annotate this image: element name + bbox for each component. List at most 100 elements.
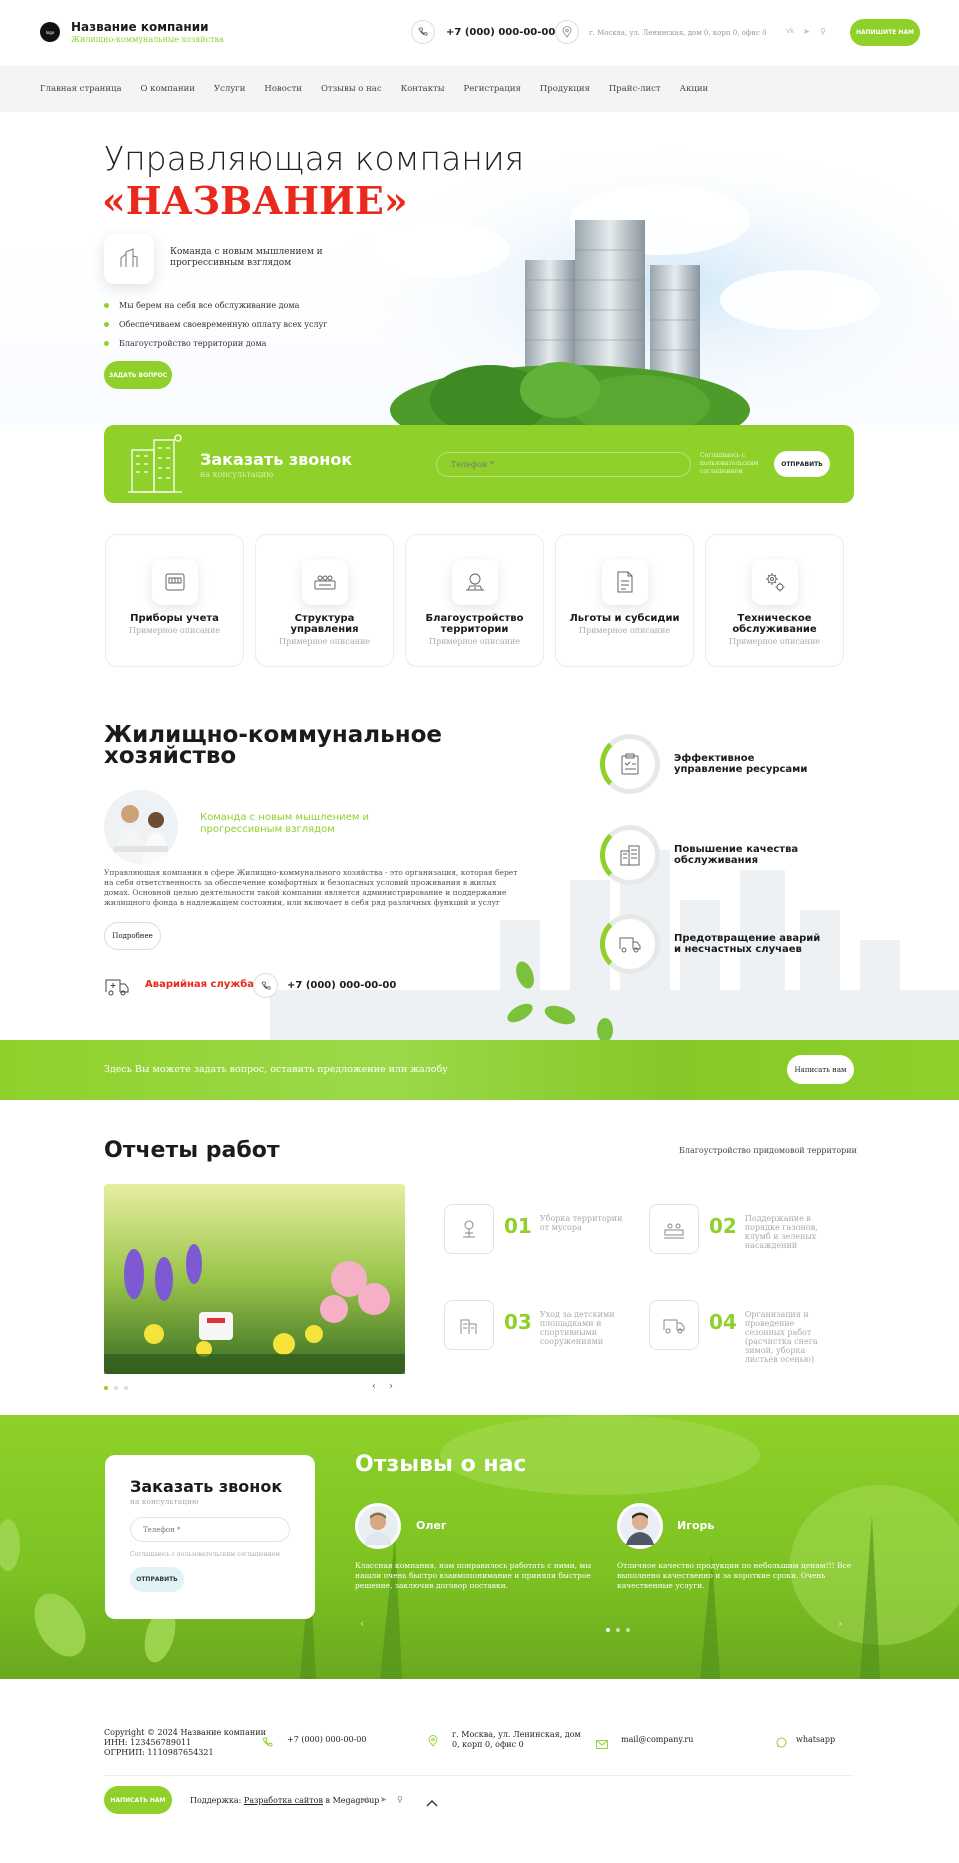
main-nav: Главная страница О компании Услуги Новос…: [40, 84, 727, 94]
nav-item[interactable]: Прайс-лист: [609, 84, 661, 94]
nav-item[interactable]: Отзывы о нас: [321, 84, 382, 94]
playground-icon: [444, 1300, 494, 1350]
scroll-top-icon[interactable]: [426, 1792, 438, 1811]
service-card[interactable]: Структура управления Примерное описание: [255, 534, 394, 667]
nav-item[interactable]: Новости: [264, 84, 302, 94]
phone-icon: [262, 1733, 273, 1752]
send-button[interactable]: ОТПРАВИТЬ: [774, 451, 830, 477]
work-item: 04 Организация и проведение сезонных рабо…: [649, 1300, 835, 1364]
carousel-prev-icon[interactable]: ‹: [372, 1381, 376, 1392]
truck-icon: [600, 914, 660, 974]
review-text: Отличное качество продукции по небольшим…: [617, 1561, 852, 1590]
report-photo: [104, 1184, 405, 1374]
footer-support: Поддержка: Разработка сайтов в Megagroup: [190, 1796, 379, 1806]
carousel-dot[interactable]: [606, 1628, 610, 1632]
hero-team-text: Команда с новым мышлением и прогрессивны…: [170, 247, 323, 268]
hero-bullet: Мы берем на себя все обслуживание дома: [104, 296, 327, 315]
service-card[interactable]: Приборы учета Примерное описание: [105, 534, 244, 667]
feature-text: Эффективное управление ресурсами: [674, 753, 808, 775]
footer-whatsapp[interactable]: whatsapp: [796, 1735, 835, 1745]
hero-bullet: Обеспечиваем своевременную оплату всех у…: [104, 315, 327, 334]
service-card[interactable]: Техническое обслуживание Примерное описа…: [705, 534, 844, 667]
company-name: Название компании: [71, 20, 209, 34]
social-ok-icon[interactable]: ♀: [820, 27, 826, 36]
carousel-dot[interactable]: [626, 1628, 630, 1632]
reviews-prev-icon[interactable]: ‹: [360, 1617, 364, 1630]
service-card[interactable]: Льготы и субсидии Примерное описание: [555, 534, 694, 667]
review-author: Олег: [416, 1519, 447, 1532]
question-write-button[interactable]: Написать нам: [787, 1055, 854, 1084]
meter-icon: [151, 559, 198, 605]
feature-text: Предотвращение аварий и несчастных случа…: [674, 933, 821, 955]
consent-text[interactable]: Соглашаюсь с пользовательским соглашение…: [700, 452, 764, 476]
send-button[interactable]: ОТПРАВИТЬ: [130, 1567, 184, 1592]
nav-item[interactable]: Главная страница: [40, 84, 122, 94]
location-icon: [555, 20, 579, 44]
support-suffix: в Megagroup: [325, 1796, 380, 1805]
social-telegram-icon[interactable]: ➤: [380, 1795, 387, 1804]
header-phone[interactable]: +7 (000) 000-00-00: [446, 27, 555, 38]
work-item: 01 Уборка территории от мусора: [444, 1204, 630, 1254]
footer-address: г. Москва, ул. Ленинская, дом 0, корп 0,…: [452, 1730, 581, 1749]
carousel-dot[interactable]: [104, 1386, 108, 1390]
lawn-icon: [649, 1204, 699, 1254]
more-button[interactable]: Подробнее: [104, 922, 161, 950]
nav-item[interactable]: Акции: [680, 84, 709, 94]
snow-truck-icon: [649, 1300, 699, 1350]
logo[interactable]: logo: [40, 22, 60, 42]
carousel-dot[interactable]: [616, 1628, 620, 1632]
work-text: Уход за детскими площадками и спортивным…: [539, 1310, 615, 1346]
nav-item[interactable]: Контакты: [401, 84, 445, 94]
phone-icon[interactable]: [253, 973, 278, 998]
hero-title: Управляющая компания: [104, 139, 525, 178]
social-telegram-icon[interactable]: ➤: [803, 27, 810, 36]
building-icon: [128, 434, 182, 493]
footer-phone[interactable]: +7 (000) 000-00-00: [287, 1735, 366, 1745]
social-vk-icon[interactable]: vk: [362, 1796, 370, 1804]
footer-inn: ИНН: 123456789011: [104, 1738, 192, 1747]
carousel-next-icon[interactable]: ›: [389, 1381, 393, 1392]
carousel-dot[interactable]: [124, 1386, 128, 1390]
phone-input[interactable]: [436, 452, 691, 477]
work-number: 01: [504, 1214, 532, 1238]
document-icon: [601, 559, 648, 605]
carousel-dot[interactable]: [114, 1386, 118, 1390]
team-photo: [104, 790, 178, 864]
nav-item[interactable]: О компании: [141, 84, 195, 94]
reports-category[interactable]: Благоустройство придомовой территории: [679, 1146, 857, 1155]
work-text: Поддержание в порядке газонов, клумб и з…: [744, 1214, 818, 1250]
bullet-text: Благоустройство территории дома: [119, 339, 267, 348]
nav-item[interactable]: Продукция: [540, 84, 590, 94]
about-phone[interactable]: +7 (000) 000-00-00: [287, 980, 396, 991]
feature-text: Повышение качества обслуживания: [674, 844, 799, 866]
consent-text[interactable]: Соглашаюсь с пользовательским соглашение…: [130, 1551, 280, 1558]
footer-write-button[interactable]: НАПИСАТЬ НАМ: [104, 1786, 172, 1814]
support-link[interactable]: Разработка сайтов: [244, 1796, 323, 1805]
mail-icon: [596, 1734, 608, 1753]
nav-item[interactable]: Услуги: [214, 84, 245, 94]
card-title: Приборы учета: [130, 613, 219, 624]
phone-icon[interactable]: [411, 20, 435, 44]
review-author: Игорь: [677, 1519, 715, 1532]
footer-ogrnip: ОГРНИП: 1110987654321: [104, 1748, 214, 1757]
card-desc: Примерное описание: [728, 637, 821, 646]
reviews-next-icon[interactable]: ›: [838, 1617, 842, 1630]
write-us-button[interactable]: НАПИШИТЕ НАМ: [850, 19, 920, 46]
logo-text: logo: [45, 29, 55, 35]
landscape-icon: [451, 559, 498, 605]
card-desc: Примерное описание: [428, 637, 521, 646]
service-card[interactable]: Благоустройство территории Примерное опи…: [405, 534, 544, 667]
bullet-dot: [104, 303, 109, 308]
footer-email[interactable]: mail@company.ru: [621, 1735, 693, 1745]
reviews-dots: [606, 1628, 630, 1632]
social-vk-icon[interactable]: vk: [786, 27, 794, 35]
nav-item[interactable]: Регистрация: [464, 84, 521, 94]
location-icon: [428, 1732, 438, 1751]
social-ok-icon[interactable]: ♀: [397, 1795, 403, 1804]
phone-input[interactable]: [130, 1517, 290, 1542]
buildings-icon: [600, 825, 660, 885]
callback2-title: Заказать звонок: [130, 1477, 283, 1496]
ambulance-icon: [105, 979, 129, 996]
about-title: Жилищно-коммунальное хозяйство: [104, 722, 442, 769]
ask-question-button[interactable]: ЗАДАТЬ ВОПРОС: [104, 361, 172, 389]
